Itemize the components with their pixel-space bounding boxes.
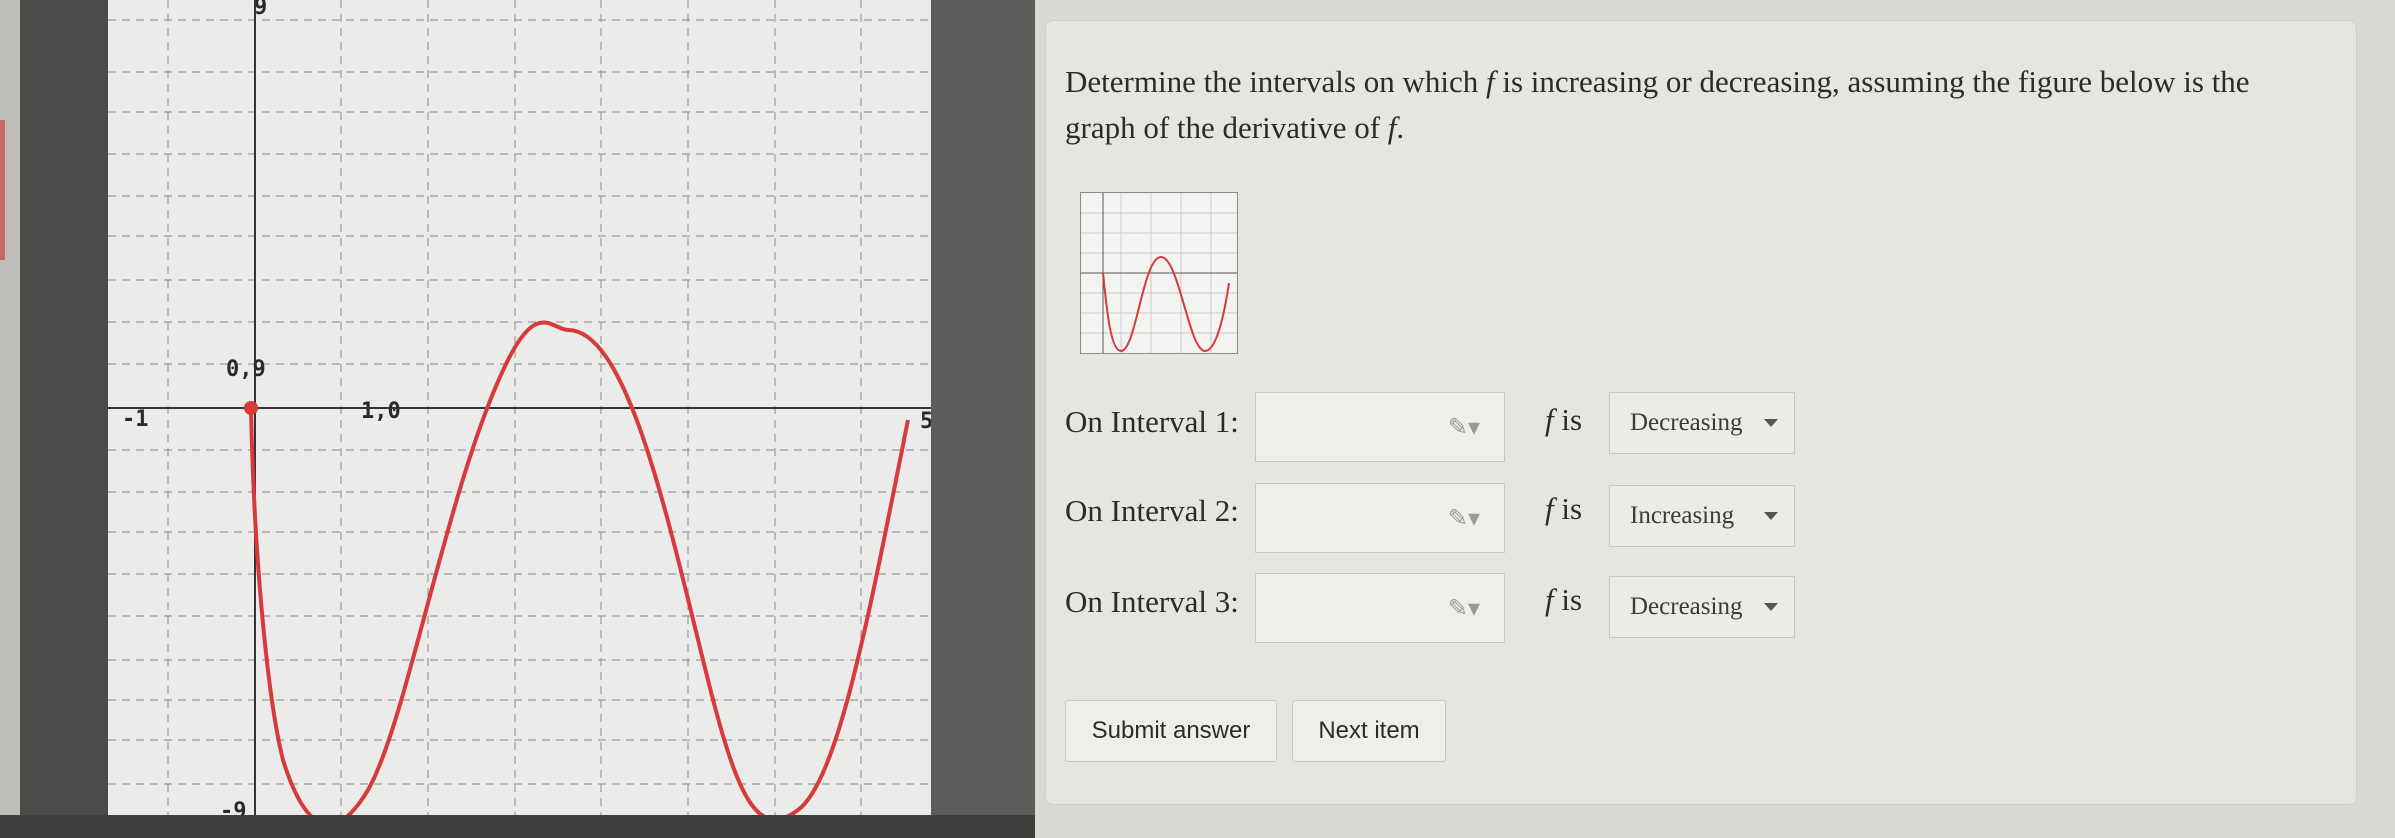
next-item-button[interactable]: Next item	[1292, 700, 1446, 762]
caret-down-icon	[1764, 603, 1778, 611]
interval-3-behavior-select[interactable]: Decreasing	[1609, 576, 1795, 638]
left-bezel	[20, 0, 110, 838]
caret-down-icon	[1764, 419, 1778, 427]
interval-1-behavior-select[interactable]: Decreasing	[1609, 392, 1795, 454]
f-is-label-3: f is	[1545, 582, 1583, 617]
red-edge-decoration	[0, 120, 5, 260]
interval-2-behavior-select[interactable]: Increasing	[1609, 485, 1795, 547]
graph-grid	[108, 0, 931, 822]
graph-thumbnail-image	[1081, 193, 1237, 353]
pencil-dropdown-icon[interactable]: ✎▾	[1448, 504, 1480, 532]
bottom-bezel	[0, 815, 1040, 838]
interval-3-input[interactable]: ✎▾	[1255, 573, 1505, 643]
graph-right-bezel	[931, 0, 1035, 828]
derivative-graph: -1 5 9 -9 0,9 1,0	[108, 0, 931, 822]
pencil-dropdown-icon[interactable]: ✎▾	[1448, 594, 1480, 622]
question-text: Determine the intervals on which f is in…	[1065, 64, 2250, 145]
derivative-curve	[249, 320, 910, 822]
interval-label-2: On Interval 2:	[1065, 493, 1239, 528]
select-value-2: Increasing	[1630, 502, 1735, 529]
point-label-b: 1,0	[361, 399, 401, 424]
interval-2-input[interactable]: ✎▾	[1255, 483, 1505, 553]
submit-answer-button[interactable]: Submit answer	[1065, 700, 1277, 762]
pencil-dropdown-icon[interactable]: ✎▾	[1448, 413, 1480, 441]
point-label-a: 0,9	[226, 357, 266, 382]
curve-start-point	[244, 401, 258, 415]
interval-label-3: On Interval 3:	[1065, 584, 1239, 619]
caret-down-icon	[1764, 512, 1778, 520]
f-is-label-1: f is	[1545, 402, 1583, 437]
tick-label-x-max: 5	[920, 409, 931, 434]
tick-label-y-max: 9	[254, 0, 267, 20]
left-background-strip	[0, 0, 20, 838]
f-is-label-2: f is	[1545, 491, 1583, 526]
derivative-graph-panel: -1 5 9 -9 0,9 1,0	[108, 0, 931, 822]
select-value-1: Decreasing	[1630, 409, 1743, 436]
interval-label-1: On Interval 1:	[1065, 404, 1239, 439]
graph-thumbnail[interactable]	[1080, 192, 1238, 354]
interval-1-input[interactable]: ✎▾	[1255, 392, 1505, 462]
tick-label-x-min: -1	[122, 407, 149, 432]
question-card: Determine the intervals on which f is in…	[1045, 20, 2357, 805]
select-value-3: Decreasing	[1630, 593, 1743, 620]
